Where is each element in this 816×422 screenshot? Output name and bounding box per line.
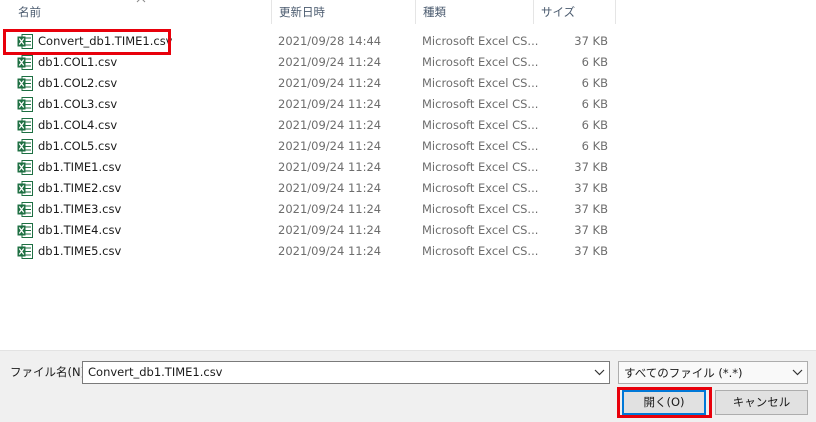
file-row[interactable]: db1.TIME5.csv 2021/09/24 11:24 Microsoft E… [0,241,616,262]
excel-csv-icon [17,223,33,238]
file-size: 6 KB [581,97,608,111]
file-row[interactable]: db1.COL1.csv 2021/09/24 11:24 Microsoft Ex… [0,52,616,73]
file-size: 6 KB [581,139,608,153]
file-row[interactable]: db1.TIME1.csv 2021/09/24 11:24 Microsoft E… [0,157,616,178]
file-name[interactable]: db1.TIME1.csv [38,157,121,178]
file-type: Microsoft Excel CS... [422,97,539,111]
file-name[interactable]: db1.COL4.csv [38,115,117,136]
file-name[interactable]: db1.TIME2.csv [38,178,121,199]
column-header-size[interactable]: サイズ [535,0,575,24]
file-type: Microsoft Excel CS... [422,181,539,195]
file-type: Microsoft Excel CS... [422,223,539,237]
filename-field[interactable]: Convert_db1.TIME1.csv [82,361,610,384]
file-type-filter-value[interactable]: すべてのファイル (*.*) [624,365,743,381]
filename-label: ファイル名(N): [10,365,89,379]
sort-ascending-icon [136,0,146,3]
excel-csv-icon [17,160,33,175]
file-modified-date: 2021/09/24 11:24 [278,97,382,111]
column-divider[interactable] [615,0,616,24]
file-size: 37 KB [574,202,608,216]
file-row[interactable]: db1.COL2.csv 2021/09/24 11:24 Microsoft Ex… [0,73,616,94]
file-type-filter[interactable]: すべてのファイル (*.*) [618,361,808,384]
column-header-type[interactable]: 種類 [417,0,446,24]
file-list-pane: 名前 更新日時 種類 サイズ Convert_db1.TIME1.csv 2021… [0,0,816,350]
cancel-button[interactable]: キャンセル [715,390,808,415]
excel-csv-icon [17,139,33,154]
file-row[interactable]: db1.COL4.csv 2021/09/24 11:24 Microsoft Ex… [0,115,616,136]
file-modified-date: 2021/09/24 11:24 [278,139,382,153]
excel-csv-icon [17,118,33,133]
file-size: 37 KB [574,244,608,258]
excel-csv-icon [17,202,33,217]
file-row[interactable]: db1.COL3.csv 2021/09/24 11:24 Microsoft Ex… [0,94,616,115]
file-type: Microsoft Excel CS... [422,139,539,153]
column-header-date[interactable]: 更新日時 [273,0,325,24]
column-header-name[interactable]: 名前 [12,0,41,24]
file-modified-date: 2021/09/24 11:24 [278,181,382,195]
file-type: Microsoft Excel CS... [422,34,539,48]
file-name[interactable]: db1.TIME3.csv [38,199,121,220]
file-name[interactable]: db1.COL1.csv [38,52,117,73]
file-row[interactable]: db1.TIME3.csv 2021/09/24 11:24 Microsoft E… [0,199,616,220]
file-modified-date: 2021/09/24 11:24 [278,55,382,69]
file-size: 6 KB [581,76,608,90]
column-divider[interactable] [415,0,416,24]
open-button-highlight [617,387,712,418]
file-name[interactable]: db1.TIME5.csv [38,241,121,262]
file-row[interactable]: db1.TIME4.csv 2021/09/24 11:24 Microsoft E… [0,220,616,241]
file-row[interactable]: db1.COL5.csv 2021/09/24 11:24 Microsoft Ex… [0,136,616,157]
file-modified-date: 2021/09/24 11:24 [278,223,382,237]
file-size: 37 KB [574,160,608,174]
file-size: 6 KB [581,55,608,69]
file-modified-date: 2021/09/28 14:44 [278,34,382,48]
column-header-bar: 名前 更新日時 種類 サイズ [0,0,616,24]
selected-file-highlight [3,29,171,55]
excel-csv-icon [17,55,33,70]
chevron-down-icon[interactable] [792,368,803,376]
file-modified-date: 2021/09/24 11:24 [278,160,382,174]
column-divider[interactable] [533,0,534,24]
dialog-footer: ファイル名(N): Convert_db1.TIME1.csv すべてのファイル… [0,350,816,422]
file-name[interactable]: db1.COL5.csv [38,136,117,157]
file-type: Microsoft Excel CS... [422,118,539,132]
filename-value[interactable]: Convert_db1.TIME1.csv [88,365,223,379]
file-size: 6 KB [581,118,608,132]
file-rows: Convert_db1.TIME1.csv 2021/09/28 14:44 Mic… [0,31,616,262]
excel-csv-icon [17,97,33,112]
excel-csv-icon [17,76,33,91]
file-type: Microsoft Excel CS... [422,202,539,216]
excel-csv-icon [17,181,33,196]
excel-csv-icon [17,244,33,259]
file-modified-date: 2021/09/24 11:24 [278,118,382,132]
file-size: 37 KB [574,181,608,195]
column-divider[interactable] [271,0,272,24]
file-modified-date: 2021/09/24 11:24 [278,76,382,90]
chevron-down-icon[interactable] [594,368,605,376]
file-row[interactable]: db1.TIME2.csv 2021/09/24 11:24 Microsoft E… [0,178,616,199]
file-type: Microsoft Excel CS... [422,55,539,69]
file-type: Microsoft Excel CS... [422,244,539,258]
file-modified-date: 2021/09/24 11:24 [278,202,382,216]
file-name[interactable]: db1.TIME4.csv [38,220,121,241]
file-type: Microsoft Excel CS... [422,160,539,174]
file-size: 37 KB [574,34,608,48]
file-type: Microsoft Excel CS... [422,76,539,90]
file-name[interactable]: db1.COL2.csv [38,73,117,94]
file-modified-date: 2021/09/24 11:24 [278,244,382,258]
file-size: 37 KB [574,223,608,237]
file-name[interactable]: db1.COL3.csv [38,94,117,115]
